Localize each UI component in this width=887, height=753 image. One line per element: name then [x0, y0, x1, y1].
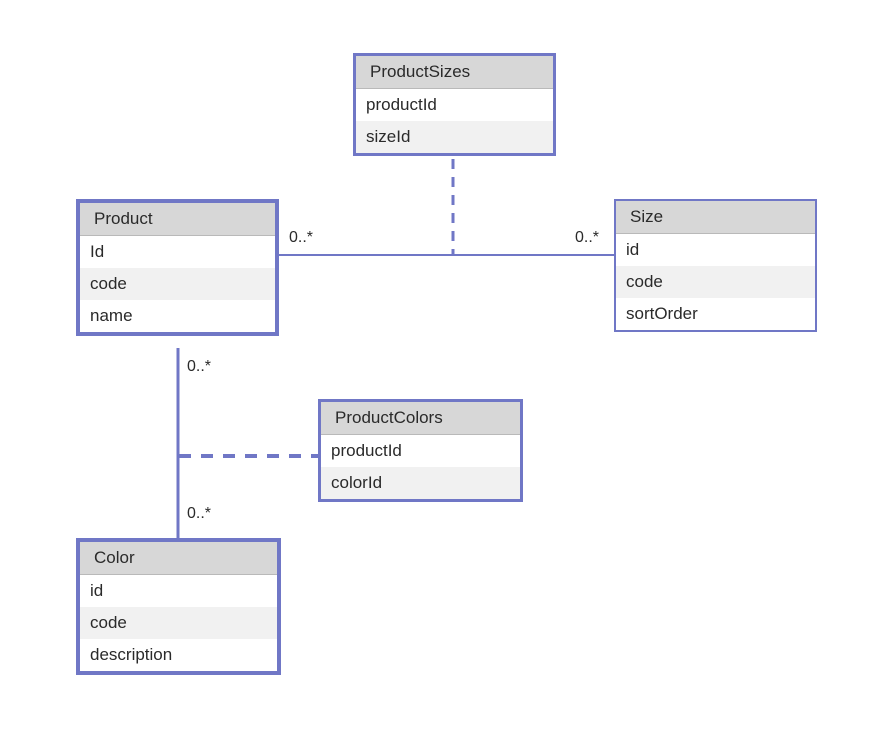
entity-title: ProductSizes [356, 56, 553, 89]
uml-diagram: ProductSizes productId sizeId Product Id… [0, 0, 887, 753]
attr-code: code [616, 266, 815, 298]
entity-productsizes: ProductSizes productId sizeId [353, 53, 556, 156]
attr-colorid: colorId [321, 467, 520, 499]
entity-color: Color id code description [76, 538, 281, 675]
attr-id: Id [80, 236, 275, 268]
multiplicity-label: 0..* [187, 358, 211, 376]
attr-productid: productId [321, 435, 520, 467]
multiplicity-label: 0..* [187, 505, 211, 523]
entity-title: Color [80, 542, 277, 575]
attr-code: code [80, 607, 277, 639]
multiplicity-label: 0..* [289, 229, 313, 247]
attr-productid: productId [356, 89, 553, 121]
entity-productcolors: ProductColors productId colorId [318, 399, 523, 502]
attr-id: id [80, 575, 277, 607]
entity-product: Product Id code name [76, 199, 279, 336]
attr-sortorder: sortOrder [616, 298, 815, 330]
attr-description: description [80, 639, 277, 671]
multiplicity-label: 0..* [575, 229, 599, 247]
attr-name: name [80, 300, 275, 332]
entity-title: Product [80, 203, 275, 236]
entity-size: Size id code sortOrder [614, 199, 817, 332]
attr-id: id [616, 234, 815, 266]
attr-sizeid: sizeId [356, 121, 553, 153]
attr-code: code [80, 268, 275, 300]
entity-title: Size [616, 201, 815, 234]
entity-title: ProductColors [321, 402, 520, 435]
